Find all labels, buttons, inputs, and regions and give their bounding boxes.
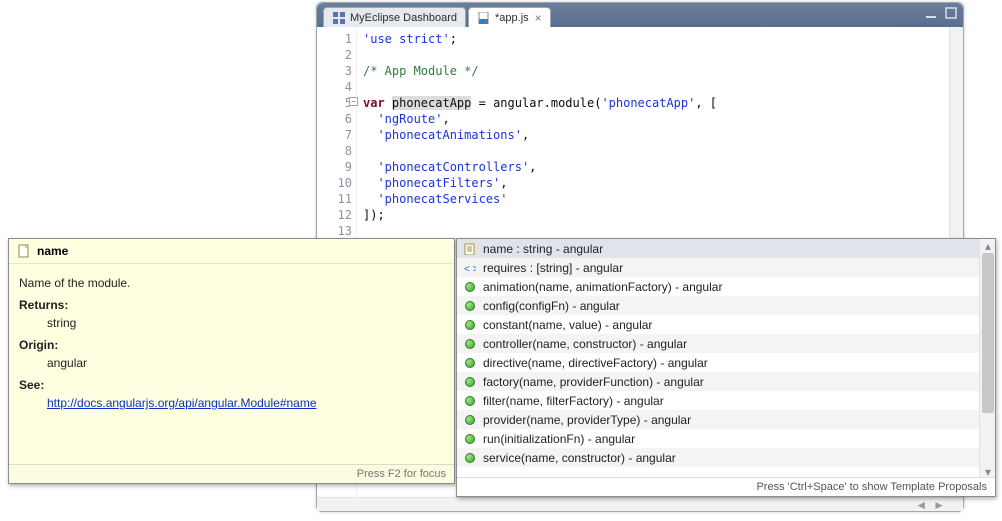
autocomplete-item[interactable]: factory(name, providerFunction) - angula… xyxy=(457,372,995,391)
doc-see-label: See: xyxy=(19,378,444,392)
editor-tabbar: MyEclipse Dashboard *app.js × xyxy=(317,3,963,27)
method-icon xyxy=(463,299,477,313)
js-file-icon xyxy=(477,11,491,25)
autocomplete-item-label: directive(name, directiveFactory) - angu… xyxy=(483,356,708,370)
code-line[interactable] xyxy=(363,223,949,239)
autocomplete-item-label: requires : [string] - angular xyxy=(483,261,623,275)
autocomplete-item-label: factory(name, providerFunction) - angula… xyxy=(483,375,704,389)
scrollbar-thumb[interactable] xyxy=(982,253,994,413)
grid-icon xyxy=(332,11,346,25)
line-number: 5− xyxy=(317,95,352,111)
code-line[interactable]: 'phonecatControllers', xyxy=(363,159,949,175)
code-line[interactable]: 'phonecatFilters', xyxy=(363,175,949,191)
autocomplete-item-label: animation(name, animationFactory) - angu… xyxy=(483,280,722,294)
doc-popup-body: Name of the module. Returns: string Orig… xyxy=(9,264,454,464)
autocomplete-item[interactable]: animation(name, animationFactory) - angu… xyxy=(457,277,995,296)
doc-popup-footer: Press F2 for focus xyxy=(9,464,454,483)
autocomplete-list: name : string - angular < > requires : [st… xyxy=(457,239,995,477)
code-line[interactable]: 'ngRoute', xyxy=(363,111,949,127)
autocomplete-item[interactable]: config(configFn) - angular xyxy=(457,296,995,315)
autocomplete-item[interactable]: name : string - angular xyxy=(457,239,995,258)
method-icon xyxy=(463,375,477,389)
autocomplete-item-label: service(name, constructor) - angular xyxy=(483,451,676,465)
line-number: 8 xyxy=(317,143,352,159)
scroll-left-icon[interactable]: ◄ xyxy=(915,498,927,512)
line-number: 13 xyxy=(317,223,352,239)
tab-active[interactable]: *app.js × xyxy=(468,7,551,27)
svg-text:< >: < > xyxy=(464,264,476,274)
minimize-icon[interactable] xyxy=(925,7,937,19)
code-line[interactable]: 'phonecatServices' xyxy=(363,191,949,207)
line-number: 6 xyxy=(317,111,352,127)
autocomplete-item-label: run(initializationFn) - angular xyxy=(483,432,635,446)
doc-description: Name of the module. xyxy=(19,276,444,290)
code-line[interactable] xyxy=(363,47,949,63)
method-icon xyxy=(463,337,477,351)
code-line[interactable] xyxy=(363,143,949,159)
autocomplete-scrollbar[interactable]: ▴ ▾ xyxy=(979,239,995,477)
fold-toggle-icon[interactable]: − xyxy=(349,97,358,106)
tag-icon: < > xyxy=(463,261,477,275)
panel-controls xyxy=(925,7,957,19)
code-line[interactable] xyxy=(363,79,949,95)
autocomplete-item[interactable]: constant(name, value) - angular xyxy=(457,315,995,334)
doc-popup-title: name xyxy=(37,244,68,258)
doc-popup-header: name xyxy=(9,239,454,264)
doc-origin-label: Origin: xyxy=(19,338,444,352)
prop-icon xyxy=(463,242,477,256)
code-line[interactable]: 'phonecatAnimations', xyxy=(363,127,949,143)
line-number: 1 xyxy=(317,31,352,47)
scroll-down-icon[interactable]: ▾ xyxy=(982,465,994,477)
autocomplete-item[interactable]: provider(name, providerType) - angular xyxy=(457,410,995,429)
close-icon[interactable]: × xyxy=(535,11,542,25)
autocomplete-item[interactable]: run(initializationFn) - angular xyxy=(457,429,995,448)
method-icon xyxy=(463,356,477,370)
line-number: 7 xyxy=(317,127,352,143)
autocomplete-item-label: filter(name, filterFactory) - angular xyxy=(483,394,664,408)
autocomplete-item-label: controller(name, constructor) - angular xyxy=(483,337,687,351)
line-number: 12 xyxy=(317,207,352,223)
horizontal-scrollbar[interactable]: ◄ ► xyxy=(317,497,963,511)
method-icon xyxy=(463,280,477,294)
line-number: 2 xyxy=(317,47,352,63)
doc-returns-value: string xyxy=(47,316,444,330)
autocomplete-footer: Press 'Ctrl+Space' to show Template Prop… xyxy=(457,477,995,496)
line-number: 4 xyxy=(317,79,352,95)
autocomplete-item[interactable]: filter(name, filterFactory) - angular xyxy=(457,391,995,410)
scroll-up-icon[interactable]: ▴ xyxy=(982,239,994,251)
documentation-popup: name Name of the module. Returns: string… xyxy=(8,238,455,484)
autocomplete-item[interactable]: service(name, constructor) - angular xyxy=(457,448,995,467)
code-line[interactable]: 'use strict'; xyxy=(363,31,949,47)
method-icon xyxy=(463,394,477,408)
code-line[interactable]: /* App Module */ xyxy=(363,63,949,79)
method-icon xyxy=(463,318,477,332)
autocomplete-item-label: provider(name, providerType) - angular xyxy=(483,413,691,427)
line-number: 10 xyxy=(317,175,352,191)
line-number: 3 xyxy=(317,63,352,79)
tab-label: MyEclipse Dashboard xyxy=(350,12,457,24)
autocomplete-item[interactable]: controller(name, constructor) - angular xyxy=(457,334,995,353)
line-number: 11 xyxy=(317,191,352,207)
code-line[interactable]: ]); xyxy=(363,207,949,223)
autocomplete-item-label: config(configFn) - angular xyxy=(483,299,620,313)
maximize-icon[interactable] xyxy=(945,7,957,19)
doc-origin-value: angular xyxy=(47,356,444,370)
autocomplete-item[interactable]: < > requires : [string] - angular xyxy=(457,258,995,277)
doc-see-link[interactable]: http://docs.angularjs.org/api/angular.Mo… xyxy=(47,396,317,410)
method-icon xyxy=(463,413,477,427)
tab[interactable]: MyEclipse Dashboard xyxy=(323,7,466,27)
tab-label: *app.js xyxy=(495,12,529,24)
autocomplete-item-label: name : string - angular xyxy=(483,242,603,256)
doc-file-icon xyxy=(17,244,31,258)
autocomplete-item-label: constant(name, value) - angular xyxy=(483,318,652,332)
code-line[interactable]: var phonecatApp = angular.module('phonec… xyxy=(363,95,949,111)
method-icon xyxy=(463,432,477,446)
scroll-right-icon[interactable]: ► xyxy=(933,498,945,512)
autocomplete-item[interactable]: directive(name, directiveFactory) - angu… xyxy=(457,353,995,372)
doc-returns-label: Returns: xyxy=(19,298,444,312)
autocomplete-popup: name : string - angular < > requires : [st… xyxy=(456,238,996,497)
line-number: 9 xyxy=(317,159,352,175)
method-icon xyxy=(463,451,477,465)
